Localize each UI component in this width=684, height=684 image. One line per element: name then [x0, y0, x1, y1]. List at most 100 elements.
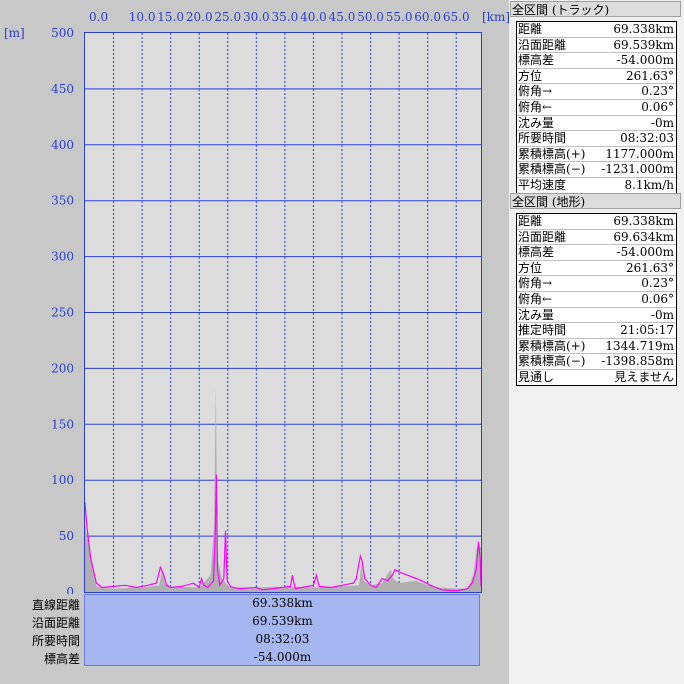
elevation-chart[interactable]: 0.0 10.0 15.0 20.0 25.0 30.0 35.0 40.0 45.0 50.0 5… — [0, 0, 509, 594]
stat-value: 69.338km — [613, 214, 674, 228]
x-tick-label: 45.0 — [329, 10, 356, 24]
track-panel-title[interactable]: 全区間 (トラック) — [510, 1, 681, 17]
y-tick-labels: 500450400350300250200150100500 — [51, 26, 74, 594]
x-tick-label: 10.0 — [129, 10, 156, 24]
stat-value: -54.000m — [616, 245, 674, 260]
stat-value: 21:05:17 — [620, 323, 674, 338]
stat-value: 8.1km/h — [624, 177, 674, 192]
stat-row: 所要時間 08:32:03 — [517, 131, 676, 147]
summary-panel: 直線距離 69.338km 沿面距離 69.539km 所要時間 08:32:0… — [0, 594, 484, 666]
stat-row: 方位 261.63° — [517, 261, 676, 277]
stat-label: 推定時間 — [518, 323, 567, 338]
summary-value: -54.000m — [85, 648, 480, 666]
stat-label: 累積標高(+) — [518, 338, 586, 353]
stat-value: 261.63° — [626, 68, 674, 83]
stat-row: 俯角← 0.06° — [517, 100, 676, 116]
stat-label: 俯角← — [518, 291, 553, 306]
x-tick-label: 15.0 — [157, 10, 184, 24]
stat-label: 累積標高(−) — [518, 354, 586, 369]
x-tick-label: 50.0 — [357, 10, 384, 24]
y-tick-label: 350 — [51, 194, 74, 208]
x-unit-label: [km] — [482, 10, 509, 24]
stat-row: 標高差 -54.000m — [517, 245, 676, 261]
stat-value: 69.338km — [613, 22, 674, 36]
stat-row: 俯角← 0.06° — [517, 292, 676, 308]
stat-label: 累積標高(−) — [518, 162, 586, 177]
x-tick-label: 20.0 — [186, 10, 213, 24]
x-tick-label: 60.0 — [414, 10, 441, 24]
stat-value: -1231.000m — [601, 162, 674, 177]
stat-value: 0.23° — [641, 276, 674, 291]
stat-row: 沈み量 -0m — [517, 308, 676, 324]
x-tick-label: 40.0 — [300, 10, 327, 24]
stat-label: 見通し — [518, 369, 555, 384]
stat-value: -54.000m — [616, 53, 674, 68]
stat-value: 見えません — [614, 369, 674, 384]
stat-label: 平均速度 — [518, 177, 567, 192]
y-tick-label: 500 — [51, 26, 74, 40]
y-tick-label: 200 — [51, 361, 74, 375]
stat-row: 平均速度 8.1km/h — [517, 178, 676, 193]
stat-row: 距離 69.338km — [517, 22, 676, 38]
stat-value: -1398.858m — [601, 354, 674, 369]
stat-label: 累積標高(+) — [518, 146, 586, 161]
stat-value: 0.06° — [641, 99, 674, 114]
stat-row: 推定時間 21:05:17 — [517, 323, 676, 339]
stat-label: 沈み量 — [518, 115, 555, 130]
x-tick-label: 0.0 — [89, 10, 108, 24]
x-tick-label: 30.0 — [243, 10, 270, 24]
summary-row: 沿面距離 69.539km — [0, 612, 484, 630]
summary-row: 直線距離 69.338km — [0, 594, 484, 612]
stat-value: -0m — [650, 307, 674, 322]
stat-label: 沈み量 — [518, 307, 555, 322]
y-tick-label: 300 — [51, 250, 74, 264]
stat-value: -0m — [650, 115, 674, 130]
y-tick-label: 250 — [51, 306, 74, 320]
stat-label: 標高差 — [518, 245, 555, 260]
x-tick-label: 25.0 — [214, 10, 241, 24]
stat-row: 俯角→ 0.23° — [517, 84, 676, 100]
stat-value: 261.63° — [626, 260, 674, 275]
stat-row: 標高差 -54.000m — [517, 53, 676, 69]
track-stats-table: 距離 69.338km 沿面距離 69.539km 標高差 -54.000m 方位 261.6… — [516, 21, 677, 194]
stat-value: 0.23° — [641, 84, 674, 99]
stat-value: 08:32:03 — [620, 131, 674, 146]
profile-area: 0.0 10.0 15.0 20.0 25.0 30.0 35.0 40.0 45.0 50.0 5… — [0, 0, 509, 684]
stat-value: 69.539km — [613, 37, 674, 52]
stat-label: 沿面距離 — [518, 229, 567, 244]
stat-label: 距離 — [518, 214, 543, 228]
stat-label: 俯角→ — [518, 276, 553, 291]
stat-row: 累積標高(−) -1398.858m — [517, 354, 676, 370]
stat-label: 方位 — [518, 68, 543, 83]
summary-value: 08:32:03 — [85, 630, 480, 648]
stat-value: 69.634km — [613, 229, 674, 244]
stat-label: 距離 — [518, 22, 543, 36]
summary-label: 直線距離 — [31, 598, 80, 612]
stat-label: 俯角← — [518, 99, 553, 114]
stat-value: 1177.000m — [605, 146, 674, 161]
stat-value: 0.06° — [641, 291, 674, 306]
y-unit-label: [m] — [4, 26, 25, 40]
y-tick-label: 50 — [59, 529, 74, 543]
x-tick-labels: 0.0 10.0 15.0 20.0 25.0 30.0 35.0 40.0 45.0 50.0 5… — [89, 10, 470, 24]
stat-row: 俯角→ 0.23° — [517, 276, 676, 292]
stat-label: 所要時間 — [518, 131, 567, 146]
summary-label: 標高差 — [43, 652, 80, 666]
y-tick-label: 0 — [66, 585, 74, 594]
x-tick-label: 65.0 — [443, 10, 470, 24]
summary-row: 標高差 -54.000m — [0, 648, 484, 666]
y-tick-label: 150 — [51, 417, 74, 431]
terrain-panel-title[interactable]: 全区間 (地形) — [510, 193, 681, 209]
stat-label: 沿面距離 — [518, 37, 567, 52]
stat-row: 沿面距離 69.634km — [517, 230, 676, 246]
x-tick-label: 35.0 — [272, 10, 299, 24]
stat-row: 累積標高(+) 1177.000m — [517, 147, 676, 163]
y-tick-label: 450 — [51, 82, 74, 96]
y-tick-label: 400 — [51, 138, 74, 152]
stat-label: 標高差 — [518, 53, 555, 68]
summary-label: 沿面距離 — [31, 616, 80, 630]
stat-row: 累積標高(−) -1231.000m — [517, 162, 676, 178]
y-tick-label: 100 — [51, 473, 74, 487]
stat-row: 見通し 見えません — [517, 370, 676, 385]
stat-row: 沈み量 -0m — [517, 116, 676, 132]
